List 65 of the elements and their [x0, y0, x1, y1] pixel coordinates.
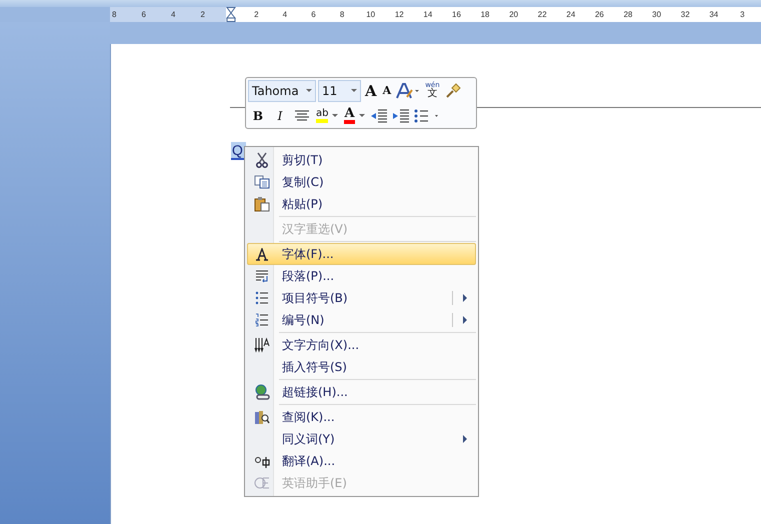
globe-link-icon: [254, 384, 270, 400]
menu-item[interactable]: 同义词(Y): [247, 428, 476, 450]
menu-item[interactable]: 段落(P)...: [247, 265, 476, 287]
ruler-number: 3: [739, 10, 746, 19]
ruler-number: 18: [480, 10, 490, 19]
paragraph-icon: [255, 269, 269, 283]
shrink-font-button[interactable]: A: [380, 80, 394, 102]
paintbrush-icon[interactable]: [444, 82, 462, 100]
ruler-number: 28: [622, 10, 634, 19]
menu-item[interactable]: 文字方向(X)...: [247, 334, 476, 356]
bullet-list-icon[interactable]: [412, 108, 441, 124]
bold-button[interactable]: B: [248, 104, 268, 126]
font-size-combo[interactable]: 11: [318, 80, 361, 102]
ruler-number: 6: [140, 10, 147, 19]
submenu-arrow-icon: [463, 316, 467, 324]
scissors-icon: [255, 152, 269, 168]
menu-item[interactable]: 剪切(T): [247, 149, 476, 171]
bullet-list-icon: [255, 291, 269, 305]
menu-item[interactable]: 翻译(A)...: [247, 450, 476, 472]
grow-font-button[interactable]: A: [363, 80, 379, 102]
ruler-number: 4: [282, 10, 288, 19]
book-magnifier-icon: [254, 409, 270, 425]
menu-item[interactable]: 项目符号(B): [247, 287, 476, 309]
ruler-number: 8: [111, 10, 118, 19]
ruler-number: 22: [536, 10, 548, 19]
submenu-arrow-icon: [463, 294, 467, 302]
menu-item[interactable]: 插入符号(S): [247, 356, 476, 378]
clipboard-icon: [254, 196, 270, 212]
ruler-number: 2: [253, 10, 260, 19]
ruler-number: 6: [310, 10, 317, 19]
indent-marker-icon[interactable]: [226, 7, 236, 22]
font-color-button[interactable]: A: [342, 104, 367, 126]
ruler-number: 26: [594, 10, 605, 19]
submenu-arrow-icon: [463, 435, 467, 443]
font-icon: [255, 248, 269, 260]
translate-icon: [254, 454, 270, 468]
highlight-button[interactable]: ab: [314, 104, 340, 126]
ruler-number: 12: [394, 10, 405, 19]
menu-item[interactable]: 查阅(K)...: [247, 406, 476, 428]
ruler-number: 8: [338, 10, 346, 19]
menu-item[interactable]: 超链接(H)...: [247, 381, 476, 403]
center-align-icon[interactable]: [292, 108, 312, 124]
menu-item[interactable]: 粘贴(P): [247, 193, 476, 215]
decrease-indent-icon[interactable]: [368, 108, 389, 124]
ruler-number: 24: [565, 10, 576, 19]
ruler-number: 16: [451, 10, 462, 19]
copy-icon: [254, 175, 270, 189]
increase-indent-icon[interactable]: [390, 108, 411, 124]
ruler-number: 30: [651, 10, 662, 19]
text-direction-icon: [254, 337, 270, 353]
ruler-number: 4: [170, 10, 176, 19]
ruler-number: 34: [708, 10, 720, 19]
menu-item[interactable]: 复制(C): [247, 171, 476, 193]
menu-item[interactable]: 字体(F)...: [247, 243, 476, 265]
ruler-number: 20: [508, 10, 520, 19]
ruler-number: 10: [365, 10, 376, 19]
numbered-list-icon: [255, 313, 269, 327]
font-name-combo[interactable]: Tahoma: [248, 80, 316, 102]
ruler-number: 14: [422, 10, 434, 19]
styles-icon[interactable]: [395, 80, 422, 100]
italic-button[interactable]: I: [270, 104, 290, 126]
ruler-number: 2: [200, 10, 206, 19]
selected-text: Q: [231, 142, 246, 160]
ruler-number: 32: [680, 10, 691, 19]
menu-item[interactable]: 编号(N): [247, 309, 476, 331]
